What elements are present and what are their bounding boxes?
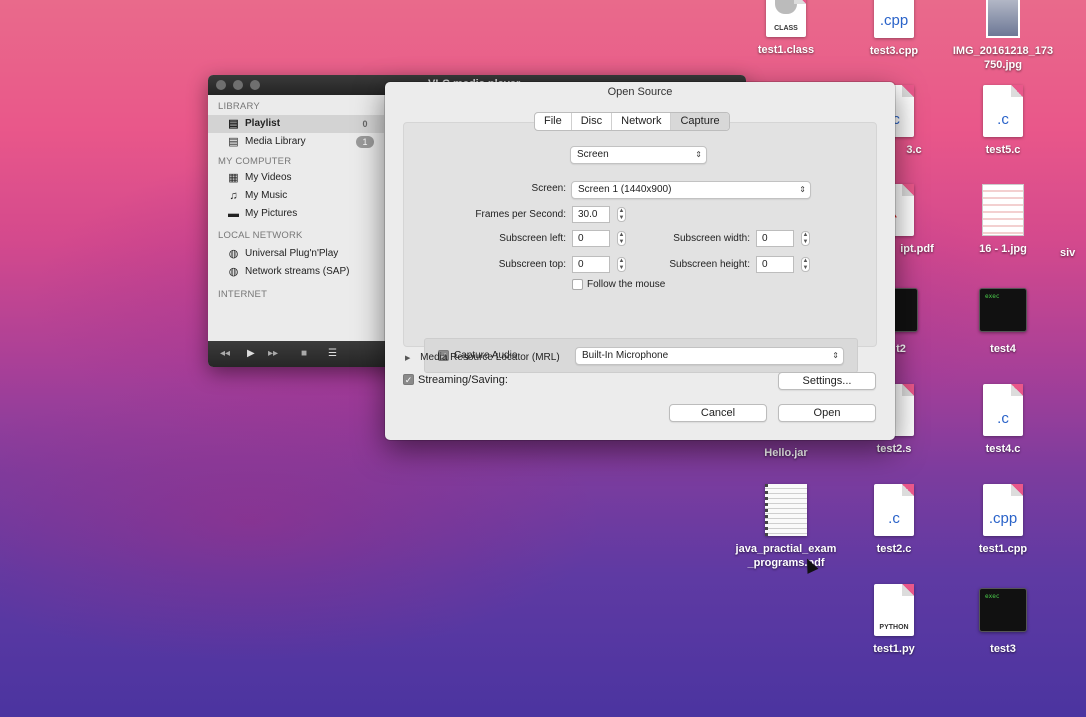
fps-stepper[interactable]: ▲ ▼ [617,207,626,222]
chevron-updown-icon: ⇕ [695,150,702,159]
sidebar-section-internet: INTERNET [218,289,268,300]
settings-button[interactable]: Settings... [778,372,876,390]
sidebar-item-my-videos[interactable]: ▦ My Videos [208,169,384,187]
play-icon[interactable]: ▶ [247,347,255,361]
fps-input[interactable]: 30.0 [572,206,610,223]
photo-thumbnail-icon [986,0,1020,38]
desktop-icon-test1-cpp[interactable]: .cpp test1.cpp [948,484,1058,556]
tab-content-pane: Screen ⇕ Screen: Screen 1 (1440x900) ⇕ F… [403,122,877,373]
subscreen-top-label: Subscreen top: [498,259,566,270]
desktop-icon-16-1-jpg[interactable]: 16 - 1.jpg [948,184,1058,256]
open-source-dialog: Open Source Screen ⇕ Screen: Screen 1 (1… [385,82,895,440]
screen-label: Screen: [531,183,566,194]
fps-label: Frames per Second: [475,209,566,220]
desktop-icon-hello-jar[interactable]: Hello.jar [731,440,841,460]
zoom-window-button[interactable] [250,80,260,90]
tab-file[interactable]: File [535,113,572,130]
sidebar-section-library: LIBRARY [218,101,260,112]
subscreen-top-stepper[interactable]: ▲ ▼ [617,257,626,272]
picture-icon: ▬ [228,208,239,220]
cpp-file-icon: .cpp [983,484,1023,536]
desktop-icon-test5-c[interactable]: .c test5.c [948,85,1058,157]
disclosure-triangle-icon: ▶ [405,355,411,362]
sidebar-item-sap[interactable]: ◍ Network streams (SAP) [208,263,384,281]
subscreen-width-stepper[interactable]: ▲ ▼ [801,231,810,246]
tab-disc[interactable]: Disc [572,113,613,130]
terminal-exec-icon: exec [979,588,1027,632]
minimize-window-button[interactable] [233,80,243,90]
desktop-icon-test3-cpp[interactable]: .cpp test3.cpp [839,0,949,58]
cpp-file-icon: .cpp [874,0,914,38]
subscreen-left-stepper[interactable]: ▲ ▼ [617,231,626,246]
music-note-icon: ♫ [229,190,238,202]
desktop-icon-siv[interactable]: siv [1060,246,1086,260]
fast-forward-icon[interactable]: ▸▸ [268,347,278,361]
c-file-icon: .c [983,85,1023,137]
pdf-document-icon [765,484,807,536]
sidebar-item-my-pictures[interactable]: ▬ My Pictures [208,205,384,223]
subscreen-left-input[interactable]: 0 [572,230,610,247]
cancel-button[interactable]: Cancel [669,404,767,422]
python-file-icon: PYTHON [874,584,914,636]
stop-icon[interactable]: ■ [301,347,307,361]
desktop-icon-test2-c[interactable]: .c test2.c [839,484,949,556]
terminal-exec-icon: exec [979,288,1027,332]
sidebar-item-upnp[interactable]: ◍ Universal Plug'n'Play [208,245,384,263]
streaming-label: Streaming/Saving: [418,374,508,386]
desktop-icon-test4[interactable]: exec test4 [948,288,1058,356]
globe-icon: ◍ [228,266,239,278]
count-badge: 1 [356,136,374,148]
image-thumbnail-icon [982,184,1024,236]
film-icon: ▦ [228,172,239,184]
java-class-file-icon: CLASS [766,0,806,37]
sidebar-item-my-music[interactable]: ♫ My Music [208,187,384,205]
globe-icon: ◍ [228,248,239,260]
subscreen-height-label: Subscreen height: [669,259,750,270]
subscreen-height-stepper[interactable]: ▲ ▼ [801,257,810,272]
follow-mouse-checkbox[interactable] [572,279,583,290]
chevron-updown-icon: ⇕ [799,185,806,194]
vlc-sidebar: LIBRARY ▤ Playlist 0 ▤ Media Library 1 M… [208,95,384,341]
desktop-icon-test4-c[interactable]: .c test4.c [948,384,1058,456]
audio-device-select[interactable]: Built-In Microphone ⇕ [575,347,844,365]
mrl-disclosure[interactable]: ▶ Media Resource Locator (MRL) [405,352,560,363]
screen-select[interactable]: Screen 1 (1440x900) ⇕ [571,181,811,199]
tab-capture[interactable]: Capture [671,113,729,130]
subscreen-height-input[interactable]: 0 [756,256,794,273]
source-tabs: File Disc Network Capture [534,112,730,131]
sidebar-section-my-computer: MY COMPUTER [218,156,292,167]
playlist-icon: ▤ [228,118,239,130]
dialog-title: Open Source [607,86,673,98]
sidebar-section-local-network: LOCAL NETWORK [218,230,303,241]
count-badge: 0 [362,119,368,129]
desktop-icon-java-pdf[interactable]: java_practial_exam _programs.pdf [731,484,841,570]
playlist-toggle-icon[interactable]: ☰ [328,347,337,361]
subscreen-left-label: Subscreen left: [499,233,566,244]
desktop-icon-test1-class[interactable]: CLASS test1.class [731,0,841,57]
tab-network[interactable]: Network [612,113,672,130]
c-file-icon: .c [874,484,914,536]
desktop-icon-img-jpg[interactable]: IMG_20161218_173 750.jpg [948,0,1058,72]
subscreen-width-input[interactable]: 0 [756,230,794,247]
desktop-icon-test3[interactable]: exec test3 [948,588,1058,656]
c-file-icon: .c [983,384,1023,436]
capture-type-select[interactable]: Screen ⇕ [570,146,707,164]
subscreen-width-label: Subscreen width: [673,233,750,244]
rewind-icon[interactable]: ◂◂ [220,347,230,361]
close-window-button[interactable] [216,80,226,90]
sidebar-item-playlist[interactable]: ▤ Playlist 0 [208,115,384,133]
open-button[interactable]: Open [778,404,876,422]
sidebar-item-media-library[interactable]: ▤ Media Library 1 [208,133,384,151]
desktop-icon-test1-py[interactable]: PYTHON test1.py [839,584,949,656]
streaming-checkbox[interactable]: ✓ [403,374,414,385]
follow-mouse-label: Follow the mouse [587,279,666,290]
chevron-updown-icon: ⇕ [832,351,839,360]
subscreen-top-input[interactable]: 0 [572,256,610,273]
media-library-icon: ▤ [228,136,239,148]
